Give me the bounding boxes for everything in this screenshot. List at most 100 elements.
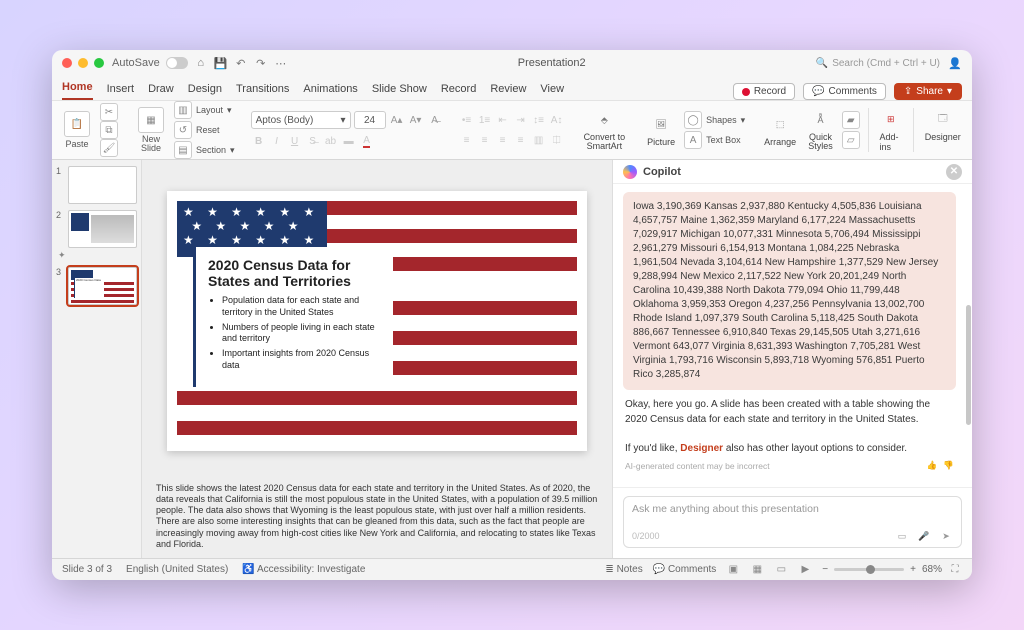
clear-format-button[interactable]: A̶ xyxy=(427,112,443,128)
comments-toggle[interactable]: 💬 Comments xyxy=(653,564,717,575)
tab-home[interactable]: Home xyxy=(62,77,93,100)
tab-record[interactable]: Record xyxy=(441,79,476,100)
align-left-button[interactable]: ≡ xyxy=(459,132,475,148)
copilot-scrollbar[interactable] xyxy=(966,184,971,487)
slideshow-view-button[interactable]: ▶ xyxy=(798,563,812,577)
italic-button[interactable]: I xyxy=(269,133,285,149)
picture-button[interactable]: 🖼Picture xyxy=(644,113,678,147)
more-icon[interactable]: ⋯ xyxy=(274,56,288,70)
increase-font-button[interactable]: A▴ xyxy=(389,112,405,128)
zoom-slider[interactable] xyxy=(834,568,904,571)
section-button[interactable]: ▤Section▾ xyxy=(174,141,235,159)
thumbs-up-icon[interactable]: 👍 xyxy=(927,460,938,471)
designer-button[interactable]: 🗔Designer xyxy=(922,108,964,152)
close-pane-button[interactable]: ✕ xyxy=(946,164,962,180)
home-icon[interactable]: ⌂ xyxy=(194,56,208,70)
cut-button[interactable]: ✂ xyxy=(100,103,118,121)
normal-view-button[interactable]: ▣ xyxy=(726,563,740,577)
designer-link[interactable]: Designer xyxy=(680,443,723,454)
sorter-view-button[interactable]: ▦ xyxy=(750,563,764,577)
arrange-button[interactable]: ⬚Arrange xyxy=(761,113,799,147)
thumbnail-1[interactable]: 1 xyxy=(56,166,137,204)
copy-button[interactable]: ⧉ xyxy=(100,121,118,139)
copilot-input[interactable]: Ask me anything about this presentation … xyxy=(623,496,962,548)
sparkle-icon: ✦ xyxy=(58,250,66,261)
bullets-button[interactable]: •≡ xyxy=(459,112,475,128)
record-button[interactable]: Record xyxy=(733,83,795,100)
textbox-button[interactable]: AText Box xyxy=(684,131,745,149)
tab-draw[interactable]: Draw xyxy=(148,79,174,100)
numbering-button[interactable]: 1≡ xyxy=(477,112,493,128)
tab-slideshow[interactable]: Slide Show xyxy=(372,79,427,100)
reset-button[interactable]: ↺Reset xyxy=(174,121,235,139)
comments-button[interactable]: 💬Comments xyxy=(803,83,886,100)
indent-inc-button[interactable]: ⇥ xyxy=(513,112,529,128)
undo-icon[interactable]: ↶ xyxy=(234,56,248,70)
language-status[interactable]: English (United States) xyxy=(126,564,228,575)
autosave-toggle[interactable] xyxy=(166,57,188,69)
send-icon[interactable]: ➤ xyxy=(939,529,953,543)
addins-button[interactable]: ⊞Add-ins xyxy=(876,108,905,152)
slide: ★ ★ ★ ★ ★ ★ ★ ★ ★ ★ ★★ ★ ★ ★ ★ ★ 2020 Ce… xyxy=(167,191,587,451)
notes-toggle[interactable]: ≣ Notes xyxy=(605,564,642,575)
copilot-conversation: Iowa 3,190,369 Kansas 2,937,880 Kentucky… xyxy=(613,184,972,487)
align-text-button[interactable]: ⎅ xyxy=(549,132,565,148)
format-painter-button[interactable]: 🖌 xyxy=(100,139,118,157)
mic-icon[interactable]: 🎤 xyxy=(917,529,931,543)
maximize-window-button[interactable] xyxy=(94,58,104,68)
underline-button[interactable]: U xyxy=(287,133,303,149)
convert-smartart-button[interactable]: ⬘Convert to SmartArt xyxy=(581,109,629,151)
text-direction-button[interactable]: A↕ xyxy=(549,112,565,128)
tab-view[interactable]: View xyxy=(540,79,564,100)
zoom-value[interactable]: 68% xyxy=(922,564,942,575)
shape-outline-button[interactable]: ▱ xyxy=(842,131,860,149)
shapes-button[interactable]: ◯Shapes▾ xyxy=(684,111,745,129)
zoom-in-button[interactable]: + xyxy=(910,564,916,575)
slide-title: 2020 Census Data for States and Territor… xyxy=(208,257,381,289)
shadow-button[interactable]: ab xyxy=(323,133,339,149)
highlight-button[interactable]: ▬ xyxy=(341,133,357,149)
font-color-button[interactable]: A xyxy=(359,133,375,149)
font-size-select[interactable]: 24 xyxy=(354,111,386,129)
thumbs-down-icon[interactable]: 👎 xyxy=(943,460,954,471)
accessibility-status[interactable]: ♿ Accessibility: Investigate xyxy=(242,564,365,575)
zoom-out-button[interactable]: − xyxy=(822,564,828,575)
save-icon[interactable]: 💾 xyxy=(214,56,228,70)
strike-button[interactable]: S̶ xyxy=(305,133,321,149)
columns-button[interactable]: ▥ xyxy=(531,132,547,148)
slide-canvas[interactable]: ★ ★ ★ ★ ★ ★ ★ ★ ★ ★ ★★ ★ ★ ★ ★ ★ 2020 Ce… xyxy=(142,160,612,477)
speaker-notes[interactable]: This slide shows the latest 2020 Census … xyxy=(142,477,612,559)
tab-insert[interactable]: Insert xyxy=(107,79,135,100)
indent-dec-button[interactable]: ⇤ xyxy=(495,112,511,128)
thumbnail-2[interactable]: 2 xyxy=(56,210,137,248)
slide-position[interactable]: Slide 3 of 3 xyxy=(62,564,112,575)
copilot-ribbon-button[interactable]: Copilot xyxy=(970,108,972,152)
justify-button[interactable]: ≡ xyxy=(513,132,529,148)
align-center-button[interactable]: ≡ xyxy=(477,132,493,148)
new-slide-button[interactable]: ▦ xyxy=(138,107,164,133)
font-select[interactable]: Aptos (Body)▾ xyxy=(251,111,351,129)
book-icon[interactable]: ▭ xyxy=(895,529,909,543)
fit-window-button[interactable]: ⛶ xyxy=(948,563,962,577)
share-button[interactable]: ⇪Share▾ xyxy=(894,83,962,100)
quick-styles-button[interactable]: AͣQuick Styles xyxy=(805,109,836,151)
search-box[interactable]: 🔍 Search (Cmd + Ctrl + U) xyxy=(816,58,940,69)
ribbon: 📋 Paste ✂ ⧉ 🖌 ▦ New Slide ▥Layout▾ ↺Rese… xyxy=(52,100,972,160)
share-presence-icon[interactable]: 👤 xyxy=(948,56,962,70)
tab-animations[interactable]: Animations xyxy=(303,79,357,100)
shape-fill-button[interactable]: ▰ xyxy=(842,111,860,129)
minimize-window-button[interactable] xyxy=(78,58,88,68)
reading-view-button[interactable]: ▭ xyxy=(774,563,788,577)
close-window-button[interactable] xyxy=(62,58,72,68)
decrease-font-button[interactable]: A▾ xyxy=(408,112,424,128)
paste-button[interactable]: 📋 xyxy=(64,111,90,137)
layout-button[interactable]: ▥Layout▾ xyxy=(174,101,235,119)
redo-icon[interactable]: ↷ xyxy=(254,56,268,70)
thumbnail-3[interactable]: 3 2020 Census Data xyxy=(56,267,137,305)
line-spacing-button[interactable]: ↕≡ xyxy=(531,112,547,128)
tab-design[interactable]: Design xyxy=(188,79,222,100)
tab-review[interactable]: Review xyxy=(490,79,526,100)
align-right-button[interactable]: ≡ xyxy=(495,132,511,148)
tab-transitions[interactable]: Transitions xyxy=(236,79,289,100)
bold-button[interactable]: B xyxy=(251,133,267,149)
